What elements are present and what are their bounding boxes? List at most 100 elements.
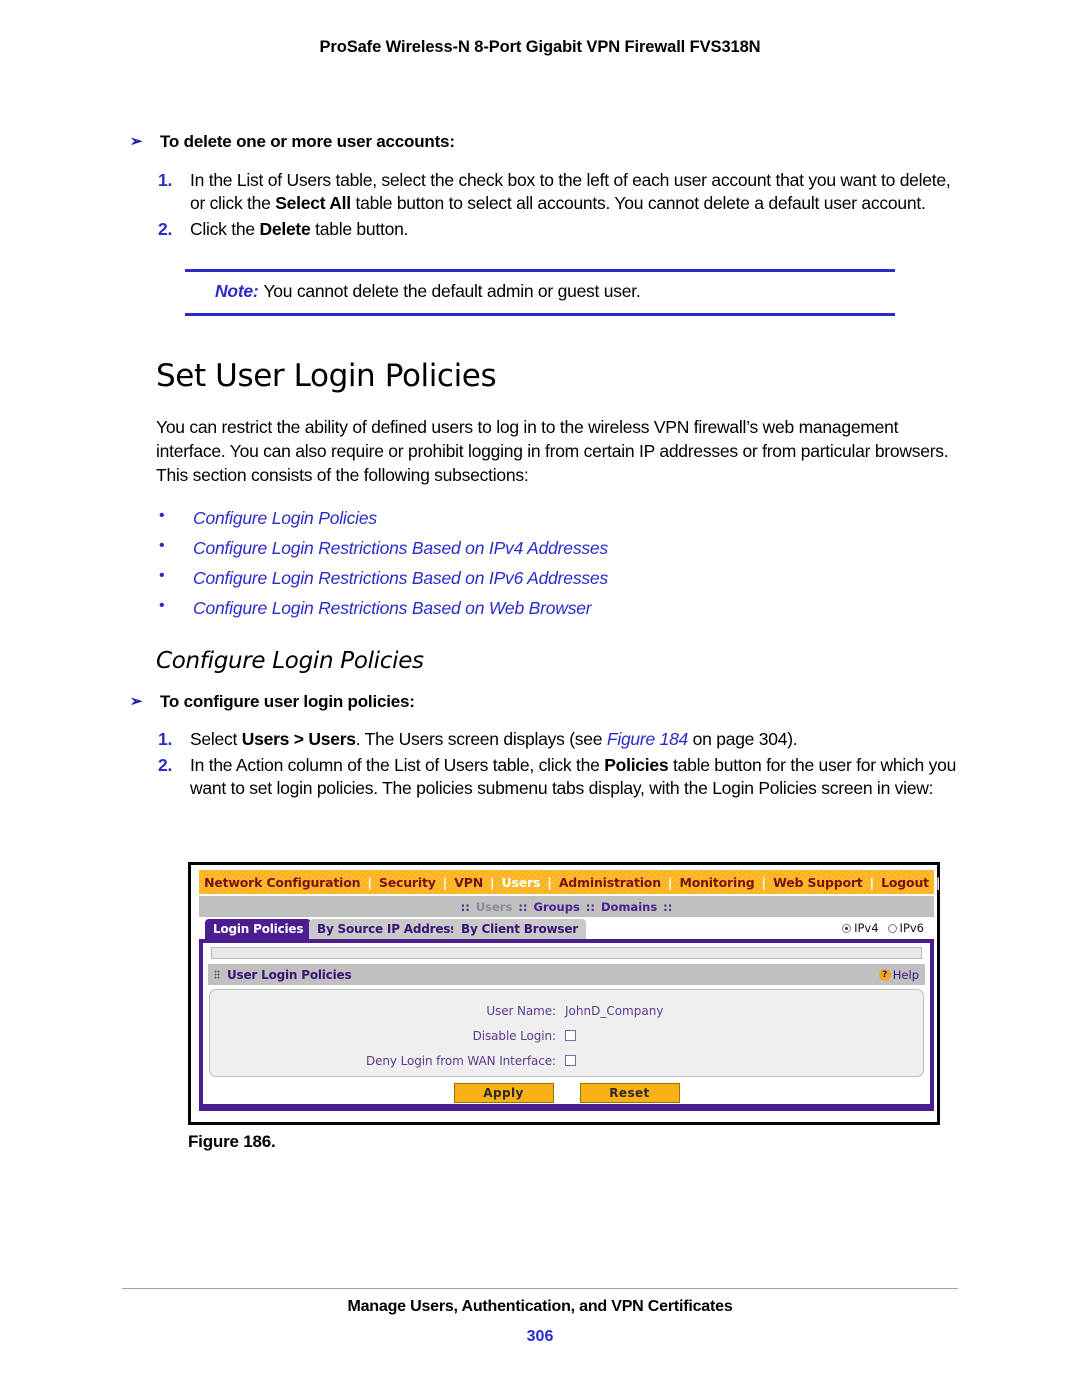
deny-login-wan-checkbox[interactable] [565,1055,576,1066]
panel-frame: User Login Policies ? Help User Name: Jo… [199,939,934,1111]
tab-by-source-ip-address[interactable]: By Source IP Address [309,919,466,940]
document-page: ProSafe Wireless-N 8-Port Gigabit VPN Fi… [0,0,1080,1397]
steps-list-delete-users: 1. In the List of Users table, select th… [130,169,970,241]
ip-version-selector: IPv4 IPv6 [842,921,930,935]
subnav-separator: :: [585,899,595,914]
steps-list-configure-policies: 1. Select Users > Users. The Users scree… [130,728,970,800]
bullet-icon: • [159,567,165,585]
cross-reference-link[interactable]: Configure Login Policies [193,508,377,528]
grip-handle-icon [214,970,221,979]
user-login-policies-form: User Name: JohnD_Company Disable Login: … [209,989,924,1077]
step-item: 2. In the Action column of the List of U… [130,754,970,800]
nav-separator: | [935,874,941,890]
radio-ipv4-label: IPv4 [854,921,879,935]
nav-item-logout[interactable]: Logout [877,875,933,890]
subsection-title: Configure Login Policies [156,647,424,674]
form-row-deny-login-wan: Deny Login from WAN Interface: [210,1048,923,1073]
note-text: Note: You cannot delete the default admin… [185,281,895,302]
cross-reference-link[interactable]: Configure Login Restrictions Based on IP… [193,538,608,558]
footer-page-number: 306 [526,1328,554,1345]
nav-item-monitoring[interactable]: Monitoring [675,875,758,890]
step-text: In the Action column of the List of User… [190,754,957,798]
radio-ipv4[interactable] [842,923,852,933]
tab-login-policies[interactable]: Login Policies [205,919,312,940]
note-label: Note: [215,281,259,302]
tab-by-client-browser[interactable]: By Client Browser [453,919,586,940]
footer-title: Manage Users, Authentication, and VPN Ce… [347,1298,733,1315]
nav-separator: | [667,874,673,890]
step-number: 1. [158,728,173,749]
section-paragraph: You can restrict the ability of defined … [156,417,949,485]
page-title: Set User Login Policies [156,358,497,395]
cross-reference-link[interactable]: Configure Login Restrictions Based on We… [193,598,592,618]
list-item[interactable]: • Configure Login Restrictions Based on … [156,533,970,563]
user-name-value: JohnD_Company [565,1003,664,1018]
nav-item-administration[interactable]: Administration [555,875,665,890]
nav-item-network-configuration[interactable]: Network Configuration [200,875,364,890]
nav-item-vpn[interactable]: VPN [450,875,487,890]
nav-separator: | [192,874,198,890]
step-text: In the List of Users table, select the c… [190,170,951,214]
figure-caption: Figure 186. [188,1132,276,1151]
nav-separator: | [442,874,448,890]
subnav-separator: :: [518,899,528,914]
list-item[interactable]: • Configure Login Restrictions Based on … [156,563,970,593]
bullet-icon: • [159,537,165,555]
form-button-row: Apply Reset [203,1083,930,1103]
step-number: 1. [158,170,173,190]
footer-divider [122,1288,958,1289]
nav-separator: | [367,874,372,890]
step-item: 1. In the List of Users table, select th… [130,169,970,215]
deny-login-wan-label: Deny Login from WAN Interface: [365,1053,556,1068]
note-body: You cannot delete the default admin or g… [263,281,641,302]
subnav-item-users[interactable]: Users [474,900,515,914]
bullet-icon: • [159,597,165,615]
cross-reference-link[interactable]: Figure 184 [607,729,688,749]
nav-item-web-support[interactable]: Web Support [769,875,866,890]
procedure-heading-configure-policies: ➢ To configure user login policies: [130,692,970,712]
form-row-disable-login: Disable Login: [210,1023,923,1048]
form-row-user-name: User Name: JohnD_Company [210,998,923,1023]
radio-ipv6[interactable] [887,923,897,933]
bullet-icon: • [159,507,165,525]
figure-inner: | Network Configuration | Security | VPN… [193,865,941,1122]
radio-ipv6-label: IPv6 [899,921,924,935]
figure-screenshot: | Network Configuration | Security | VPN… [188,862,941,1125]
procedure-heading-text: To configure user login policies: [160,691,415,711]
subnav-separator: :: [460,899,470,914]
nav-item-security[interactable]: Security [375,875,440,890]
list-item[interactable]: • Configure Login Policies [156,503,970,533]
nav-item-users[interactable]: Users [498,875,545,890]
disable-login-checkbox[interactable] [565,1030,576,1041]
subsection-link-list: • Configure Login Policies • Configure L… [156,503,970,623]
scrollbar[interactable] [211,947,922,959]
sub-navigation-bar: :: Users :: Groups :: Domains :: [199,896,934,917]
step-number: 2. [158,754,173,775]
arrow-bullet-icon: ➢ [130,692,143,710]
reset-button[interactable]: Reset [579,1083,680,1103]
note-callout: Note: You cannot delete the default admin… [185,269,895,317]
nav-separator: | [547,874,552,890]
nav-separator: | [869,874,875,890]
procedure-heading-delete-users: ➢ To delete one or more user accounts: [130,132,970,152]
cross-reference-link[interactable]: Configure Login Restrictions Based on IP… [193,568,608,588]
subnav-item-domains[interactable]: Domains [599,900,659,914]
step-text: Click the Delete table button. [190,219,409,240]
step-item: 2. Click the Delete table button. [130,218,970,241]
nav-separator: | [489,874,495,890]
help-link[interactable]: ? Help [878,968,919,982]
disable-login-label: Disable Login: [472,1028,556,1043]
page-content: ➢ To delete one or more user accounts: 1… [130,132,970,803]
panel-header: User Login Policies ? Help [208,964,925,985]
apply-button[interactable]: Apply [453,1083,554,1103]
tab-strip: Login Policies By Source IP Address By C… [199,918,934,940]
panel-title: User Login Policies [227,967,352,982]
procedure-heading-text: To delete one or more user accounts: [160,132,455,151]
step-item: 1. Select Users > Users. The Users scree… [130,728,970,751]
list-item[interactable]: • Configure Login Restrictions Based on … [156,593,970,623]
main-navigation-bar: | Network Configuration | Security | VPN… [193,870,941,894]
nav-separator: | [761,874,767,890]
question-mark-icon: ? [878,968,891,981]
step-number: 2. [158,219,173,240]
subnav-item-groups[interactable]: Groups [532,900,582,914]
